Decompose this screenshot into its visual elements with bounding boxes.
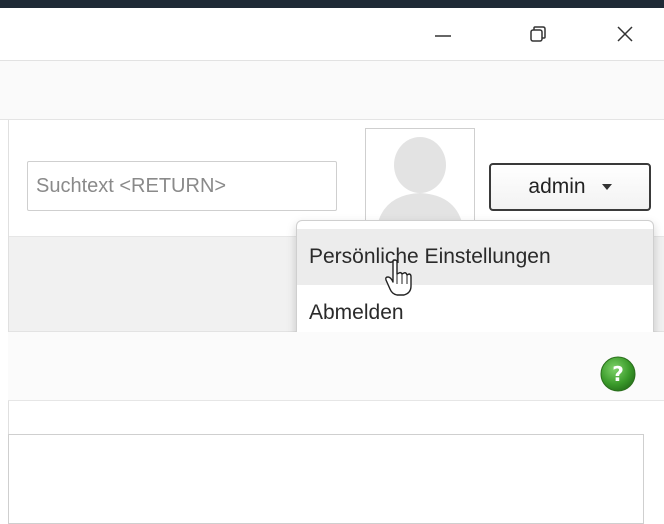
menu-item-label: Abmelden: [309, 301, 404, 324]
person-silhouette-icon: [376, 137, 464, 229]
content-toolbar: [8, 332, 664, 401]
avatar[interactable]: [365, 128, 475, 230]
help-button[interactable]: ?: [599, 355, 637, 393]
toolbar-band: [0, 61, 664, 120]
user-menu-button[interactable]: admin: [489, 163, 651, 211]
user-dropdown-menu: Persönliche Einstellungen Abmelden: [296, 220, 654, 350]
svg-text:?: ?: [612, 362, 624, 386]
hand-cursor-icon: [385, 259, 412, 296]
minimize-button[interactable]: [420, 8, 466, 60]
chevron-down-icon: [601, 184, 612, 190]
maximize-button[interactable]: [515, 8, 561, 60]
content-panel: [8, 434, 644, 524]
close-icon: [617, 26, 633, 42]
close-button[interactable]: [602, 8, 648, 60]
search-input[interactable]: [27, 161, 337, 211]
question-mark-icon: ?: [600, 356, 636, 392]
menu-item-personal-settings[interactable]: Persönliche Einstellungen: [297, 229, 653, 285]
menu-item-label: Persönliche Einstellungen: [309, 245, 551, 268]
title-bar: [0, 8, 664, 61]
user-menu-label: admin: [528, 175, 586, 198]
window-top-edge: [0, 0, 664, 8]
maximize-icon: [530, 26, 546, 42]
minimize-icon: [435, 35, 451, 37]
